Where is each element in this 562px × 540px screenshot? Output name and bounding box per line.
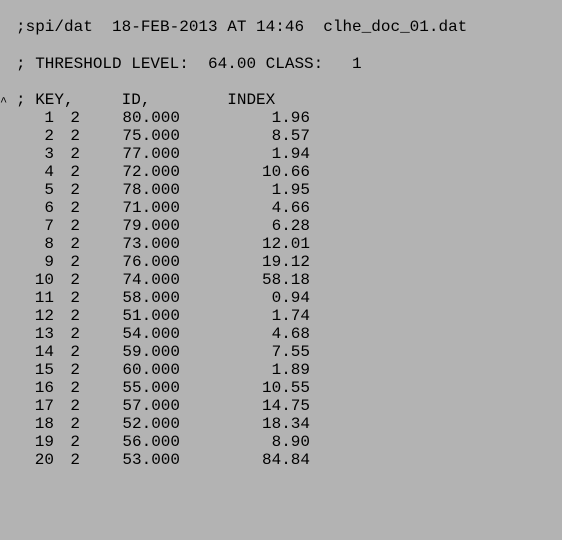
row-id-cell: 74.000	[122, 271, 180, 289]
caret-marker: ^	[0, 95, 8, 109]
row-index-cell: 1.94	[271, 145, 310, 163]
row-class-cell: 2	[70, 379, 80, 397]
row-id-cell: 57.000	[122, 397, 180, 415]
row-class-cell: 2	[70, 217, 80, 235]
row-class-cell: 2	[70, 145, 80, 163]
row-index-cell: 4.68	[271, 325, 310, 343]
row-index-cell: 12.01	[261, 235, 310, 253]
row-index-cell: 0.94	[271, 289, 310, 307]
row-class-cell: 2	[70, 397, 80, 415]
row-key-cell: 4	[44, 163, 54, 181]
row-id-cell: 55.000	[122, 379, 180, 397]
row-key-cell: 10	[34, 271, 54, 289]
row-class-cell: 2	[70, 127, 80, 145]
row-key-cell: 6	[44, 199, 54, 217]
row-index-cell: 1.95	[271, 181, 310, 199]
row-key-cell: 20	[34, 451, 54, 469]
row-id-cell: 80.000	[122, 109, 180, 127]
row-index-cell: 7.55	[271, 343, 310, 361]
row-id-cell: 76.000	[122, 253, 180, 271]
column-header-line: ; KEY, ID, INDEX	[16, 91, 276, 109]
row-index-cell: 1.74	[271, 307, 310, 325]
row-key-cell: 15	[34, 361, 54, 379]
row-key-cell: 5	[44, 181, 54, 199]
row-index-cell: 10.66	[261, 163, 310, 181]
row-index-cell: 8.90	[271, 433, 310, 451]
row-index-cell: 4.66	[271, 199, 310, 217]
row-key-cell: 8	[44, 235, 54, 253]
row-class-cell: 2	[70, 289, 80, 307]
row-id-cell: 59.000	[122, 343, 180, 361]
row-index-cell: 84.84	[261, 451, 310, 469]
row-key-cell: 13	[34, 325, 54, 343]
row-class-cell: 2	[70, 253, 80, 271]
row-id-cell: 54.000	[122, 325, 180, 343]
row-id-cell: 72.000	[122, 163, 180, 181]
row-index-cell: 58.18	[261, 271, 310, 289]
row-index-cell: 1.89	[271, 361, 310, 379]
row-class-cell: 2	[70, 433, 80, 451]
row-id-cell: 71.000	[122, 199, 180, 217]
row-class-cell: 2	[70, 181, 80, 199]
row-key-cell: 9	[44, 253, 54, 271]
row-key-cell: 11	[34, 289, 54, 307]
file-header-line: ;spi/dat 18-FEB-2013 AT 14:46 clhe_doc_0…	[16, 18, 468, 36]
row-id-cell: 78.000	[122, 181, 180, 199]
row-class-cell: 2	[70, 451, 80, 469]
row-key-cell: 12	[34, 307, 54, 325]
row-id-cell: 73.000	[122, 235, 180, 253]
row-id-cell: 51.000	[122, 307, 180, 325]
row-id-cell: 77.000	[122, 145, 180, 163]
row-key-cell: 18	[34, 415, 54, 433]
row-index-cell: 19.12	[261, 253, 310, 271]
row-class-cell: 2	[70, 307, 80, 325]
row-key-cell: 1	[44, 109, 54, 127]
row-index-cell: 14.75	[261, 397, 310, 415]
row-index-cell: 10.55	[261, 379, 310, 397]
row-class-cell: 2	[70, 325, 80, 343]
row-key-cell: 14	[34, 343, 54, 361]
row-class-cell: 2	[70, 199, 80, 217]
row-key-cell: 3	[44, 145, 54, 163]
row-key-cell: 19	[34, 433, 54, 451]
row-id-cell: 58.000	[122, 289, 180, 307]
row-index-cell: 18.34	[261, 415, 310, 433]
row-id-cell: 60.000	[122, 361, 180, 379]
row-key-cell: 2	[44, 127, 54, 145]
row-id-cell: 56.000	[122, 433, 180, 451]
row-key-cell: 7	[44, 217, 54, 235]
row-index-cell: 6.28	[271, 217, 310, 235]
row-index-cell: 1.96	[271, 109, 310, 127]
row-id-cell: 52.000	[122, 415, 180, 433]
row-class-cell: 2	[70, 109, 80, 127]
row-class-cell: 2	[70, 235, 80, 253]
row-key-cell: 16	[34, 379, 54, 397]
row-id-cell: 53.000	[122, 451, 180, 469]
row-class-cell: 2	[70, 343, 80, 361]
row-class-cell: 2	[70, 271, 80, 289]
row-index-cell: 8.57	[271, 127, 310, 145]
row-id-cell: 79.000	[122, 217, 180, 235]
row-id-cell: 75.000	[122, 127, 180, 145]
row-class-cell: 2	[70, 361, 80, 379]
threshold-line: ; THRESHOLD LEVEL: 64.00 CLASS: 1	[16, 55, 362, 73]
row-class-cell: 2	[70, 415, 80, 433]
row-key-cell: 17	[34, 397, 54, 415]
row-class-cell: 2	[70, 163, 80, 181]
